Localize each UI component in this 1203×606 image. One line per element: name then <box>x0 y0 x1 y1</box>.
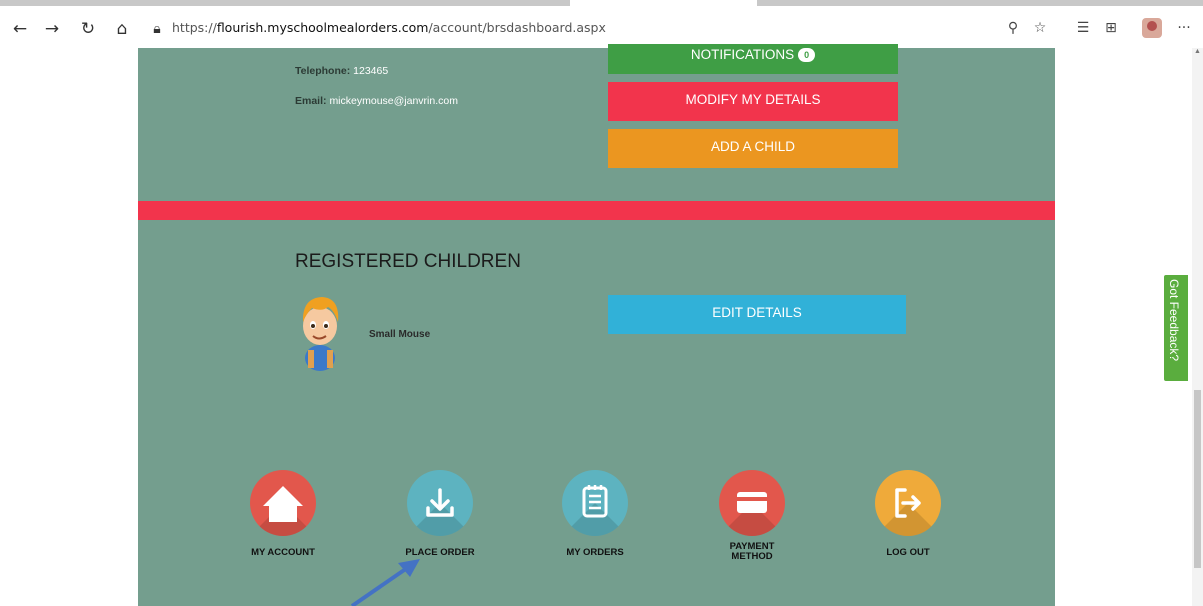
download-icon <box>426 488 454 517</box>
collections-icon[interactable]: ⊞ <box>1101 18 1121 38</box>
url-path: /account/brsdashboard.aspx <box>428 20 606 35</box>
feedback-label: Got Feedback? <box>1167 279 1181 362</box>
feedback-tab[interactable]: Got Feedback? <box>1163 274 1189 382</box>
url-prefix: https:// <box>172 20 217 35</box>
telephone-value: 123465 <box>353 65 389 77</box>
child-name: Small Mouse <box>369 329 431 340</box>
email-value: mickeymouse@janvrin.com <box>329 95 458 107</box>
refresh-icon[interactable]: ↻ <box>77 18 99 40</box>
browser-toolbar: ← → ↻ ⌂ 🔒︎ https://flourish.myschoolmeal… <box>0 8 1203 48</box>
modify-details-label: MODIFY MY DETAILS <box>685 92 821 107</box>
notifications-button[interactable]: NOTIFICATIONS 0 <box>608 44 898 74</box>
zoom-icon[interactable]: ⚲ <box>1003 18 1023 38</box>
email-label: Email: <box>295 95 327 107</box>
inactive-tab[interactable] <box>757 0 1203 6</box>
telephone-label: Telephone: <box>295 65 351 77</box>
edit-details-label: EDIT DETAILS <box>712 305 802 320</box>
add-child-label: ADD A CHILD <box>710 139 796 154</box>
credit-card-icon <box>737 492 767 513</box>
logout-icon <box>895 488 921 518</box>
my-orders-label[interactable]: MY ORDERS <box>550 548 640 558</box>
email-line: Email: mickeymouse@janvrin.com <box>295 95 458 107</box>
registered-children-title: REGISTERED CHILDREN <box>295 251 521 272</box>
section-divider <box>138 201 1055 220</box>
payment-method-label[interactable]: PAYMENT METHOD <box>707 542 797 562</box>
log-out-label[interactable]: LOG OUT <box>863 548 953 558</box>
telephone-line: Telephone: 123465 <box>295 65 388 77</box>
my-orders-button[interactable] <box>562 470 628 536</box>
child-avatar-icon <box>302 297 339 371</box>
payment-method-button[interactable] <box>719 470 785 536</box>
inactive-tab[interactable] <box>0 0 570 6</box>
favorites-list-icon[interactable]: ☰ <box>1073 18 1093 38</box>
place-order-label[interactable]: PLACE ORDER <box>395 548 485 558</box>
url-host: flourish.myschoolmealorders.com <box>216 20 429 35</box>
add-child-button[interactable]: ADD A CHILD <box>608 129 898 168</box>
my-account-button[interactable] <box>250 470 316 536</box>
log-out-button[interactable] <box>875 470 941 536</box>
my-account-label[interactable]: MY ACCOUNT <box>240 548 326 558</box>
notepad-icon <box>582 485 608 518</box>
favorite-star-icon[interactable]: ☆ <box>1030 18 1050 38</box>
dashboard-page: Telephone: 123465 Email: mickeymouse@jan… <box>138 44 1055 606</box>
more-menu-label: ··· <box>1177 20 1191 36</box>
scrollbar-thumb[interactable] <box>1194 390 1201 568</box>
home-icon[interactable]: ⌂ <box>111 18 133 40</box>
lock-icon: 🔒︎ <box>153 21 161 37</box>
scroll-up-icon[interactable]: ▲ <box>1194 48 1201 56</box>
notifications-label: NOTIFICATIONS <box>690 47 795 62</box>
house-icon <box>263 486 303 522</box>
tab-strip <box>0 0 1203 8</box>
profile-avatar[interactable] <box>1142 18 1162 38</box>
edit-details-button[interactable]: EDIT DETAILS <box>608 295 906 334</box>
payment-label-line2: METHOD <box>731 551 773 562</box>
modify-details-button[interactable]: MODIFY MY DETAILS <box>608 82 898 121</box>
back-icon[interactable]: ← <box>9 18 31 40</box>
more-menu-icon[interactable]: ··· <box>1174 18 1194 38</box>
address-bar[interactable]: https://flourish.myschoolmealorders.com/… <box>172 20 606 35</box>
notifications-count-badge: 0 <box>798 48 816 62</box>
forward-icon[interactable]: → <box>41 18 63 40</box>
place-order-button[interactable] <box>407 470 473 536</box>
